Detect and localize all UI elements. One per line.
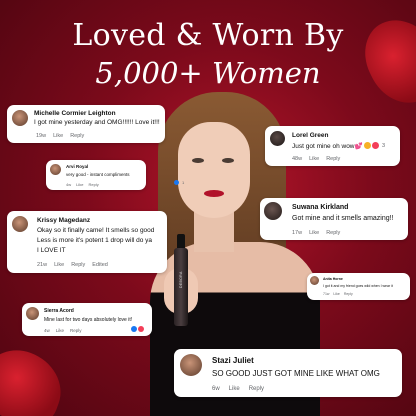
reactions[interactable]: 1 xyxy=(174,180,184,185)
like-link[interactable]: Like xyxy=(76,182,83,187)
headline-title: Loved & Worn By xyxy=(72,18,344,53)
reaction-count: 3 xyxy=(382,142,386,149)
reactions[interactable] xyxy=(131,326,144,332)
like-link[interactable]: Like xyxy=(229,386,240,392)
comment-actions: 19w Like Reply xyxy=(36,133,84,139)
headline-subtitle: 5,000+ Women xyxy=(95,56,321,90)
love-reaction-icon xyxy=(138,326,144,332)
face xyxy=(178,122,250,218)
timestamp: 6w xyxy=(212,386,220,392)
avatar xyxy=(310,276,319,285)
rose-petal xyxy=(0,340,72,416)
timestamp: 4w xyxy=(66,182,72,187)
reviewer-name[interactable]: Anita Horne xyxy=(323,277,343,281)
review-text: Got mine and it smells amazing!! xyxy=(292,215,394,222)
review-text: I got it and my friend goes wild when I … xyxy=(323,284,393,288)
comment-actions: 4w Like Reply xyxy=(66,182,99,187)
avatar xyxy=(26,307,39,320)
like-link[interactable]: Like xyxy=(56,328,64,333)
avatar xyxy=(264,202,282,220)
reply-link[interactable]: Reply xyxy=(326,156,340,162)
avatar xyxy=(12,216,28,232)
reply-link[interactable]: Reply xyxy=(71,262,85,268)
comment-actions: 48w Like Reply xyxy=(292,156,340,162)
review-text-line: Less is more it's potent 1 drop will do … xyxy=(37,237,153,244)
reviewer-name[interactable]: Suwana Kirkland xyxy=(292,204,348,211)
review-card: Suwana Kirkland Got mine and it smells a… xyxy=(260,198,408,240)
review-card: Lorel Green Just got mine oh wow💕 48w Li… xyxy=(265,126,400,166)
reply-link[interactable]: Reply xyxy=(344,292,353,296)
reply-link[interactable]: Reply xyxy=(70,328,82,333)
timestamp: 71w xyxy=(323,292,330,296)
reviewer-name[interactable]: Stazi Juliet xyxy=(212,356,254,365)
like-link[interactable]: Like xyxy=(53,133,63,139)
bottle-label: DEBORA xyxy=(179,271,183,288)
comment-actions: 21w Like Reply Edited xyxy=(37,262,108,268)
avatar xyxy=(50,164,61,175)
reply-link[interactable]: Reply xyxy=(70,133,84,139)
review-text: I got mine yesterday and OMG!!!!!! Love … xyxy=(34,119,160,126)
like-link[interactable]: Like xyxy=(54,262,64,268)
lips xyxy=(204,190,224,197)
timestamp: 21w xyxy=(37,262,48,268)
like-link[interactable]: Like xyxy=(309,230,319,236)
review-text-line: Okay so it finally came! It smells so go… xyxy=(37,227,155,234)
ad-canvas: Loved & Worn By 5,000+ Women DEBORA Mich… xyxy=(0,0,416,416)
edited-label: Edited xyxy=(92,262,108,268)
avatar xyxy=(12,110,28,126)
comment-actions: 71w Like Reply xyxy=(323,292,353,296)
review-text: very good - instant compliments xyxy=(66,172,130,177)
comment-actions: 4w Like Reply xyxy=(44,328,82,333)
review-card: Michelle Cormier Leighton I got mine yes… xyxy=(7,105,165,143)
reviewer-name[interactable]: Arvi Royal xyxy=(66,164,88,169)
reply-link[interactable]: Reply xyxy=(249,386,264,392)
reviewer-name[interactable]: Michelle Cormier Leighton xyxy=(34,110,116,117)
review-text: Just got mine oh wow💕 xyxy=(292,143,363,150)
review-card: Anita Horne I got it and my friend goes … xyxy=(307,273,410,300)
eye xyxy=(192,158,204,163)
timestamp: 17w xyxy=(292,230,303,236)
review-card: Stazi Juliet SO GOOD JUST GOT MINE LIKE … xyxy=(174,349,402,397)
timestamp: 19w xyxy=(36,133,47,139)
reviewer-name[interactable]: Lorel Green xyxy=(292,132,328,139)
love-reaction-icon xyxy=(372,142,379,149)
review-text: SO GOOD JUST GOT MINE LIKE WHAT OMG xyxy=(212,369,380,378)
neck xyxy=(194,212,234,252)
timestamp: 4w xyxy=(44,328,50,333)
eye xyxy=(222,158,234,163)
comment-actions: 6w Like Reply xyxy=(212,386,264,392)
reviewer-name[interactable]: Sierra Acord xyxy=(44,308,74,314)
review-card: Arvi Royal very good - instant complimen… xyxy=(46,160,184,190)
review-text: Mine last for two days absolutely love i… xyxy=(44,317,133,323)
review-card: Sierra Acord Mine last for two days abso… xyxy=(22,303,152,336)
reply-link[interactable]: Reply xyxy=(88,182,98,187)
reactions[interactable]: 3 xyxy=(364,142,385,149)
review-card: Krissy Magedanz Okay so it finally came!… xyxy=(7,211,167,273)
like-reaction-icon xyxy=(131,326,137,332)
haha-reaction-icon xyxy=(364,142,371,149)
reply-link[interactable]: Reply xyxy=(326,230,340,236)
review-text-line: I LOVE IT xyxy=(37,247,66,254)
timestamp: 48w xyxy=(292,156,303,162)
like-link[interactable]: Like xyxy=(333,292,339,296)
like-reaction-icon xyxy=(174,180,179,185)
avatar xyxy=(180,354,202,376)
reviewer-name[interactable]: Krissy Magedanz xyxy=(37,217,90,224)
like-link[interactable]: Like xyxy=(309,156,319,162)
avatar xyxy=(270,131,285,146)
comment-actions: 17w Like Reply xyxy=(292,230,340,236)
reaction-count: 1 xyxy=(182,180,185,185)
